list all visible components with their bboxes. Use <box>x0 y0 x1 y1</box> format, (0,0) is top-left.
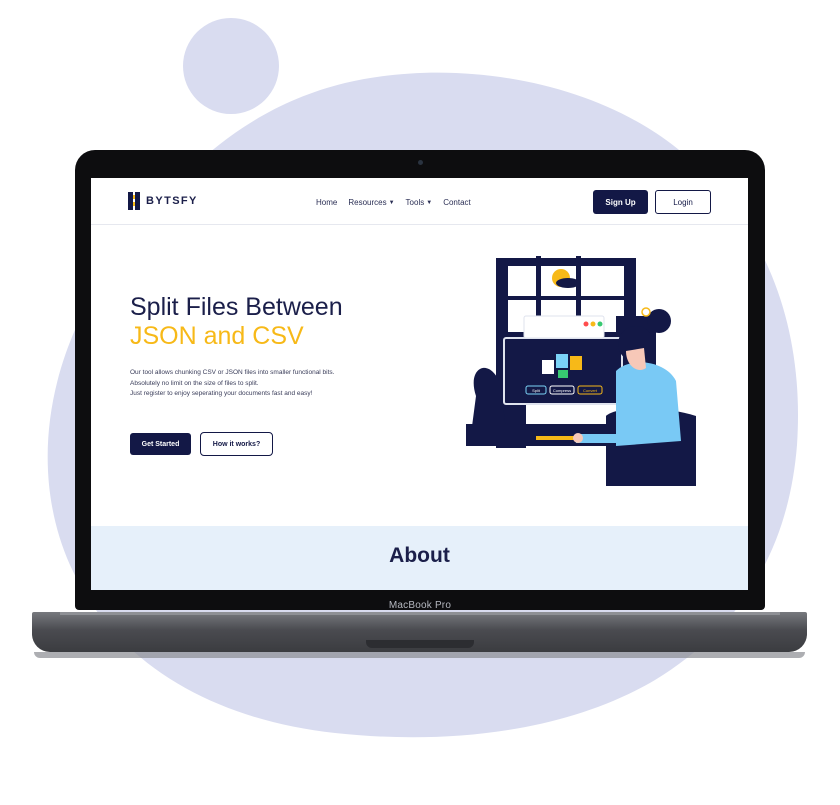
brand-logo[interactable]: BYTSFY <box>128 192 198 210</box>
hero-illustration: Split Compress Convert <box>466 256 696 486</box>
hero-title-line2: JSON and CSV <box>130 322 304 350</box>
about-section: About <box>91 526 748 590</box>
brand-name: BYTSFY <box>146 195 198 207</box>
hero-description: Our tool allows chunking CSV or JSON fil… <box>130 368 390 400</box>
decorative-circle <box>183 18 279 114</box>
nav-link-label: Resources <box>348 198 387 207</box>
how-it-works-button[interactable]: How it works? <box>200 432 273 456</box>
nav-link-contact[interactable]: Contact <box>443 198 471 207</box>
laptop-notch <box>366 640 474 648</box>
nav-link-label: Contact <box>443 198 471 207</box>
sign-up-button[interactable]: Sign Up <box>593 190 648 214</box>
get-started-button[interactable]: Get Started <box>130 433 191 455</box>
laptop-base-shadow <box>34 652 805 658</box>
hero-description-line: Our tool allows chunking CSV or JSON fil… <box>130 369 335 376</box>
nav-links: Home Resources ▼ Tools ▼ Contact <box>316 198 471 207</box>
nav-link-tools[interactable]: Tools ▼ <box>406 198 433 207</box>
nav-link-home[interactable]: Home <box>316 198 337 207</box>
caret-down-icon: ▼ <box>426 199 433 206</box>
device-label: MacBook Pro <box>388 600 452 611</box>
illustration-split-label: Split <box>532 388 541 393</box>
nav-link-resources[interactable]: Resources ▼ <box>348 198 394 207</box>
hero-description-line: Just register to enjoy seperating your d… <box>130 390 313 397</box>
navbar: BYTSFY Home Resources ▼ Tools ▼ Contact Si… <box>91 178 748 225</box>
illustration-convert-label: Convert <box>583 388 598 393</box>
hero-description-line: Absolutely no limit on the size of files… <box>130 379 259 387</box>
illustration-compress-label: Compress <box>553 388 571 393</box>
nav-link-label: Home <box>316 198 338 207</box>
login-button[interactable]: Login <box>655 190 711 214</box>
nav-link-label: Tools <box>405 198 425 207</box>
hero-title-line1: Split Files Between <box>130 293 343 321</box>
laptop-base-edge <box>60 612 780 615</box>
logo-mark-icon <box>128 192 140 210</box>
laptop-screen: BYTSFY Home Resources ▼ Tools ▼ Contact Si… <box>91 178 748 590</box>
hero-title: Split Files Between JSON and CSV <box>130 293 343 351</box>
about-title: About <box>389 544 450 567</box>
caret-down-icon: ▼ <box>388 199 395 206</box>
laptop-camera <box>418 160 423 165</box>
